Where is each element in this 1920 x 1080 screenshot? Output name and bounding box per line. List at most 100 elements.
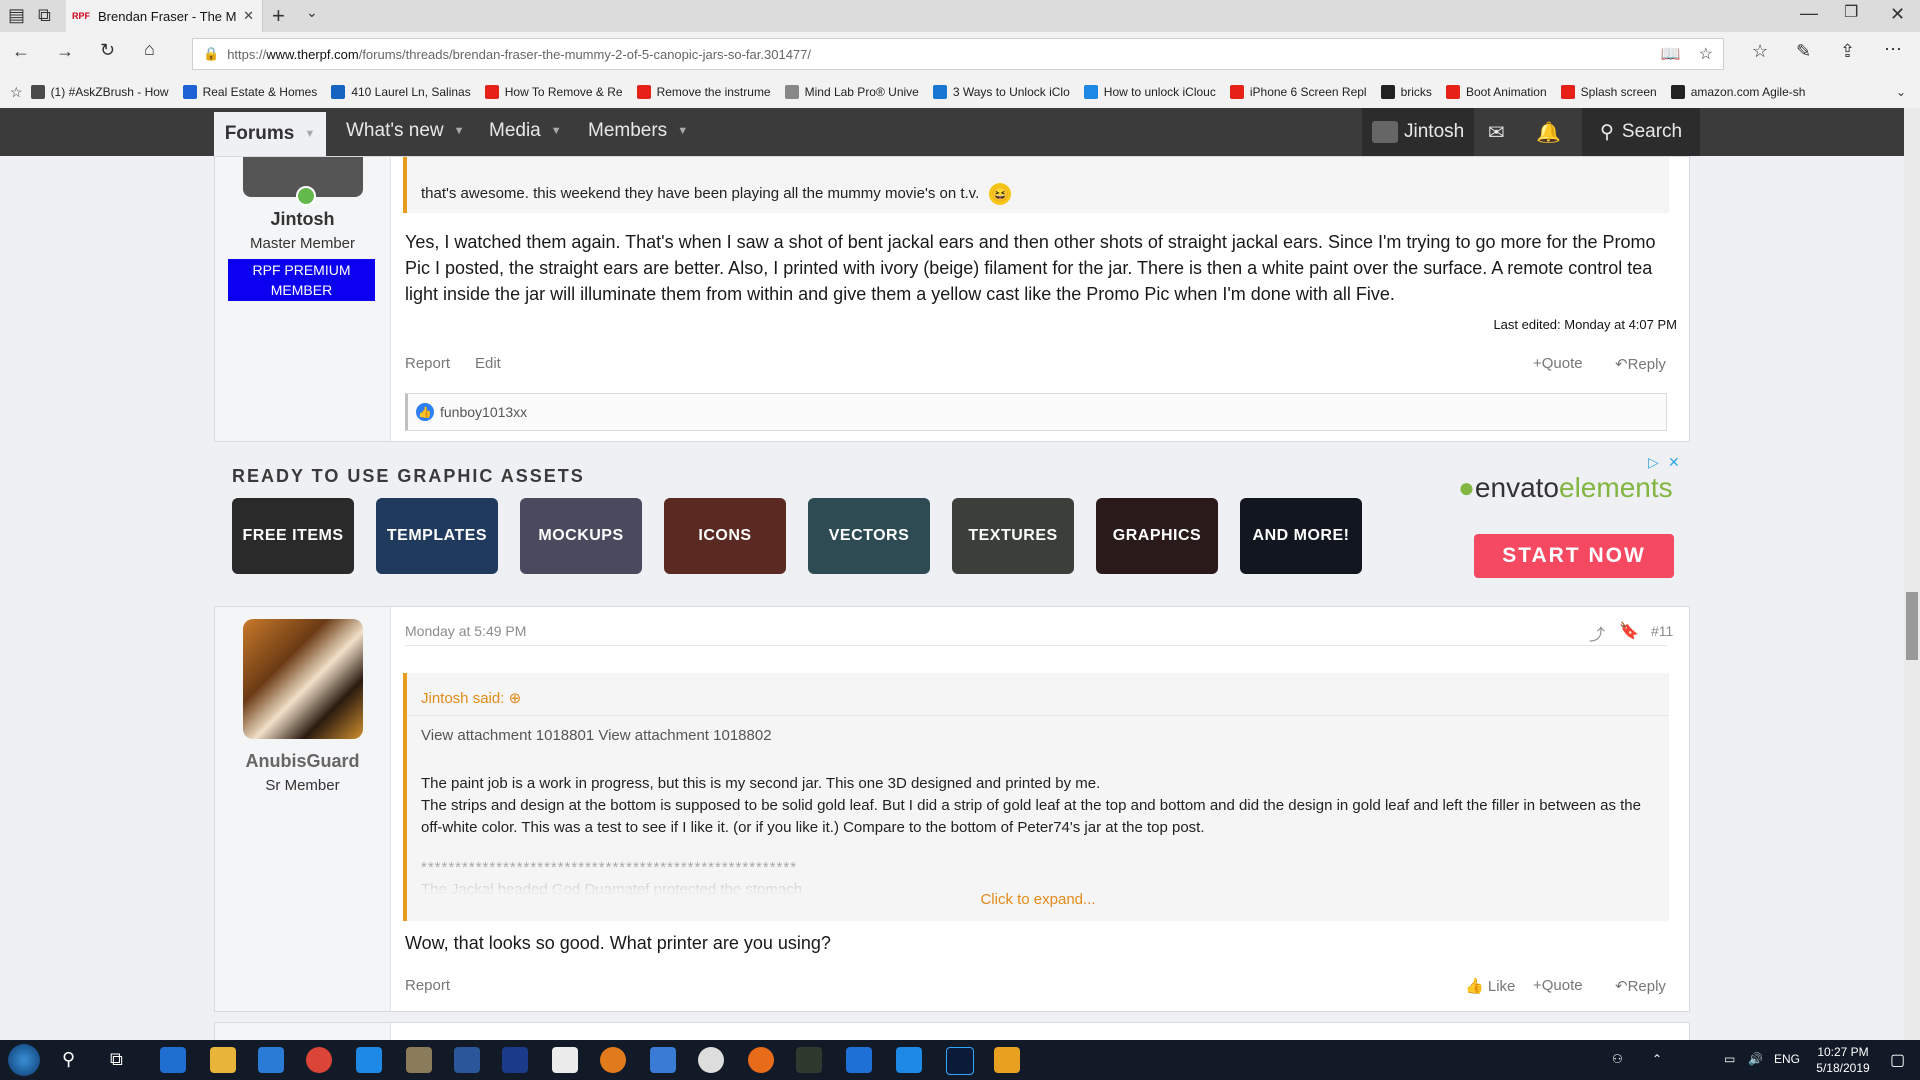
quote-button[interactable]: +Quote — [1533, 977, 1583, 994]
nav-tab-members[interactable]: Members ▼ — [588, 120, 688, 142]
bookmark-item[interactable]: Boot Animation — [1445, 85, 1547, 99]
volume-icon[interactable]: 🔊 — [1748, 1052, 1763, 1066]
post-timestamp[interactable]: Monday at 5:49 PM — [405, 623, 526, 639]
like-button[interactable]: 👍 Like — [1465, 977, 1515, 995]
nav-search-button[interactable]: ⚲ Search — [1582, 108, 1701, 156]
ad-tile[interactable]: VECTORS — [808, 498, 930, 574]
window-close-icon[interactable]: ✕ — [1890, 5, 1905, 23]
adchoices-icon[interactable]: ▷ — [1648, 454, 1659, 471]
nav-tab-forums[interactable]: Forums ▼ — [214, 112, 326, 156]
ad-tile[interactable]: TEXTURES — [952, 498, 1074, 574]
chevron-up-icon[interactable]: ⌃ — [1652, 1052, 1662, 1066]
ie-icon[interactable] — [896, 1047, 922, 1073]
edit-link[interactable]: Edit — [475, 355, 501, 372]
forward-icon[interactable]: → — [56, 42, 74, 60]
app-icon[interactable] — [994, 1047, 1020, 1073]
app-icon[interactable] — [698, 1047, 724, 1073]
task-view-icon[interactable]: ⧉ — [110, 1049, 123, 1070]
word-icon[interactable] — [454, 1047, 480, 1073]
clock[interactable]: 10:27 PM 5/18/2019 — [1808, 1044, 1878, 1076]
chrome-icon[interactable] — [306, 1047, 332, 1073]
reply-button[interactable]: ↶Reply — [1615, 355, 1666, 373]
ie-icon[interactable] — [356, 1047, 382, 1073]
bookmark-item[interactable]: Remove the instrume — [636, 85, 771, 99]
paint-icon[interactable] — [552, 1047, 578, 1073]
bookmark-item[interactable]: iPhone 6 Screen Repl — [1229, 85, 1367, 99]
reading-view-icon[interactable]: 📖 — [1661, 44, 1681, 64]
quote-attachments[interactable]: View attachment 1018801 View attachment … — [421, 727, 772, 744]
ad-tile[interactable]: GRAPHICS — [1096, 498, 1218, 574]
bookmark-item[interactable]: How to unlock iClouc — [1083, 85, 1216, 99]
ad-banner[interactable]: READY TO USE GRAPHIC ASSETS FREE ITEMS TE… — [214, 452, 1688, 588]
reaction-users[interactable]: funboy1013xx — [440, 404, 527, 420]
language-indicator[interactable]: ENG — [1774, 1052, 1800, 1066]
nav-tab-whats-new[interactable]: What's new ▼ — [346, 120, 465, 142]
bookmark-item[interactable]: bricks — [1380, 85, 1432, 99]
report-link[interactable]: Report — [405, 355, 450, 372]
more-icon[interactable]: ⋯ — [1884, 40, 1902, 58]
new-tab-icon[interactable]: + — [272, 5, 285, 27]
restore-icon[interactable]: ❐ — [1844, 5, 1858, 21]
url-field[interactable]: 🔒 https://www.therpf.com/forums/threads/… — [192, 38, 1724, 70]
avatar[interactable] — [243, 619, 363, 739]
nav-tab-media[interactable]: Media ▼ — [489, 120, 562, 142]
action-center-icon[interactable]: ▢ — [1890, 1050, 1905, 1070]
bookmark-item[interactable]: amazon.com Agile-sh — [1670, 85, 1805, 99]
back-icon[interactable]: ← — [12, 42, 30, 60]
pen-icon[interactable]: ✎ — [1796, 42, 1811, 60]
username[interactable]: AnubisGuard — [215, 751, 390, 772]
bookmark-item[interactable]: (1) #AskZBrush - How — [30, 85, 169, 99]
app-icon[interactable] — [748, 1047, 774, 1073]
refresh-icon[interactable]: ↻ — [100, 41, 115, 59]
minimize-icon[interactable]: — — [1800, 4, 1818, 22]
app-icon[interactable] — [796, 1047, 822, 1073]
scrollbar-thumb[interactable] — [1906, 592, 1918, 660]
bookmark-icon[interactable]: 🔖 — [1619, 621, 1639, 641]
hub-icon[interactable]: ☆ — [1752, 42, 1768, 60]
reply-button[interactable]: ↶Reply — [1615, 977, 1666, 995]
bookmark-item[interactable]: Splash screen — [1560, 85, 1657, 99]
report-link[interactable]: Report — [405, 977, 450, 994]
app-icon[interactable] — [650, 1047, 676, 1073]
file-explorer-icon[interactable] — [210, 1047, 236, 1073]
ad-tile[interactable]: MOCKUPS — [520, 498, 642, 574]
close-tab-icon[interactable]: ✕ — [243, 8, 254, 24]
start-button-icon[interactable] — [8, 1044, 40, 1076]
app-icon[interactable] — [406, 1047, 432, 1073]
browser-tab-active[interactable]: RPF Brendan Fraser - The M ✕ — [66, 0, 263, 32]
bookmark-item[interactable]: How To Remove & Re — [484, 85, 623, 99]
start-now-button[interactable]: START NOW — [1474, 534, 1674, 578]
edge-app-icon[interactable] — [160, 1047, 186, 1073]
ad-close-icon[interactable]: ✕ — [1668, 454, 1680, 471]
post-number[interactable]: #11 — [1651, 623, 1673, 639]
ad-tile[interactable]: TEMPLATES — [376, 498, 498, 574]
reactions-bar[interactable]: 👍 funboy1013xx — [405, 393, 1667, 431]
ad-tile[interactable]: AND MORE! — [1240, 498, 1362, 574]
photoshop-icon[interactable] — [946, 1047, 974, 1075]
ad-tile[interactable]: ICONS — [664, 498, 786, 574]
bookmark-item[interactable]: Real Estate & Homes — [182, 85, 317, 99]
bookmark-item[interactable]: Mind Lab Pro® Unive — [784, 85, 919, 99]
tab-preview-icon[interactable]: ⧉ — [38, 6, 51, 24]
quote-button[interactable]: +Quote — [1533, 355, 1583, 372]
ad-tile[interactable]: FREE ITEMS — [232, 498, 354, 574]
media-player-icon[interactable] — [600, 1047, 626, 1073]
favorite-star-icon[interactable]: ☆ — [1699, 44, 1713, 64]
quote-author[interactable]: Jintosh said: ⊕ — [421, 689, 521, 707]
username[interactable]: Jintosh — [215, 209, 390, 230]
favorites-chevron-icon[interactable]: ⌄ — [1896, 85, 1906, 99]
network-icon[interactable]: ▭ — [1724, 1052, 1735, 1066]
bookmark-item[interactable]: 410 Laurel Ln, Salinas — [331, 85, 471, 99]
inbox-icon[interactable]: ✉ — [1488, 120, 1505, 145]
store-icon[interactable] — [258, 1047, 284, 1073]
share-icon[interactable]: ⤴ — [1589, 621, 1605, 645]
alerts-bell-icon[interactable]: 🔔 — [1536, 120, 1561, 145]
tab-actions-icon[interactable]: ▤ — [8, 6, 25, 24]
nav-user-menu[interactable]: Jintosh — [1362, 108, 1475, 156]
share-icon[interactable]: ⇪ — [1840, 42, 1855, 60]
home-icon[interactable]: ⌂ — [144, 40, 155, 58]
bookmark-item[interactable]: 3 Ways to Unlock iClo — [932, 85, 1070, 99]
search-icon[interactable]: ⚲ — [62, 1049, 75, 1070]
powershell-icon[interactable] — [502, 1047, 528, 1073]
people-icon[interactable]: ⚇ — [1612, 1052, 1623, 1066]
